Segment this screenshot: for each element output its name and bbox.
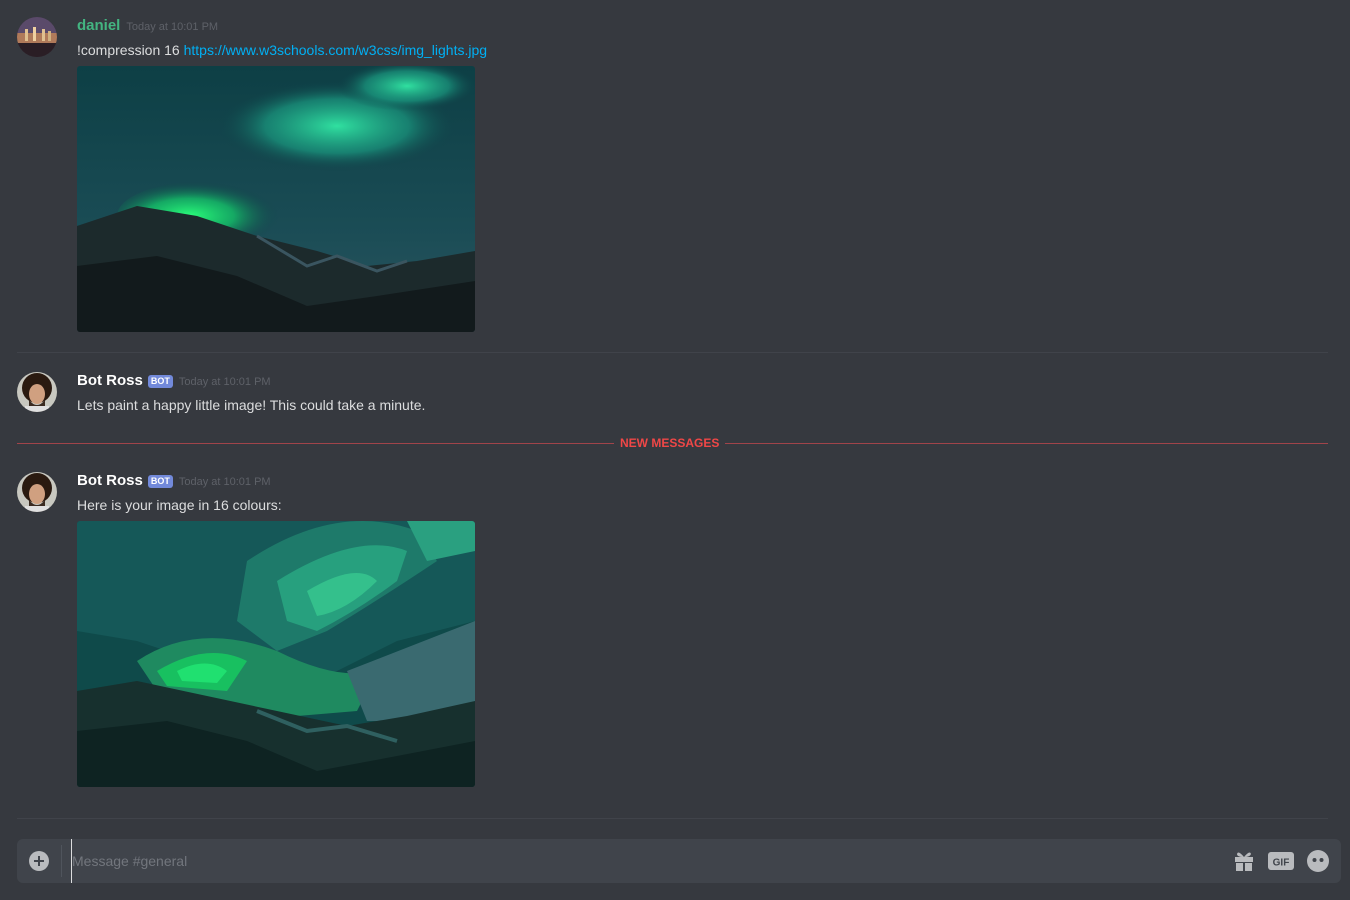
message-text: !compression 16 https://www.w3schools.co… (77, 40, 1328, 60)
message-text: Here is your image in 16 colours: (77, 497, 282, 513)
emoji-icon[interactable] (1307, 850, 1329, 877)
new-messages-label: NEW MESSAGES (614, 435, 726, 451)
gif-icon[interactable]: GIF (1268, 852, 1294, 875)
timestamp: Today at 10:01 PM (178, 476, 271, 488)
timestamp: Today at 10:01 PM (178, 376, 271, 388)
composer-separator (61, 845, 62, 877)
timestamp: Today at 10:01 PM (126, 21, 219, 33)
message-group-daniel: daniel Today at 10:01 PM !compression 16… (17, 17, 1328, 337)
message-group-bot-ross: Bot Ross BOT Today at 10:01 PM Here is y… (17, 472, 1328, 792)
avatar[interactable] (17, 17, 57, 57)
message-text: Lets paint a happy little image! This co… (77, 397, 426, 413)
avatar[interactable] (17, 472, 57, 512)
svg-text:GIF: GIF (1273, 858, 1290, 869)
bot-tag: BOT (147, 375, 173, 388)
message-divider (17, 818, 1328, 819)
message-body: !compression 16 (77, 42, 184, 58)
username[interactable]: daniel (77, 17, 120, 34)
username[interactable]: Bot Ross (77, 472, 143, 489)
message-group-bot-ross: Bot Ross BOT Today at 10:01 PM Lets pain… (17, 372, 1328, 422)
image-attachment[interactable] (77, 66, 475, 332)
message-link[interactable]: https://www.w3schools.com/w3css/img_ligh… (184, 42, 487, 58)
message-composer: GIF (17, 839, 1341, 883)
username[interactable]: Bot Ross (77, 372, 143, 389)
avatar[interactable] (17, 372, 57, 412)
image-attachment[interactable] (77, 521, 475, 787)
chat-area: daniel Today at 10:01 PM !compression 16… (0, 0, 1350, 900)
message-divider (17, 352, 1328, 353)
gift-icon[interactable] (1234, 850, 1254, 877)
add-attachment-icon[interactable] (29, 851, 49, 871)
bot-tag: BOT (147, 475, 173, 488)
message-input[interactable] (71, 839, 1222, 883)
